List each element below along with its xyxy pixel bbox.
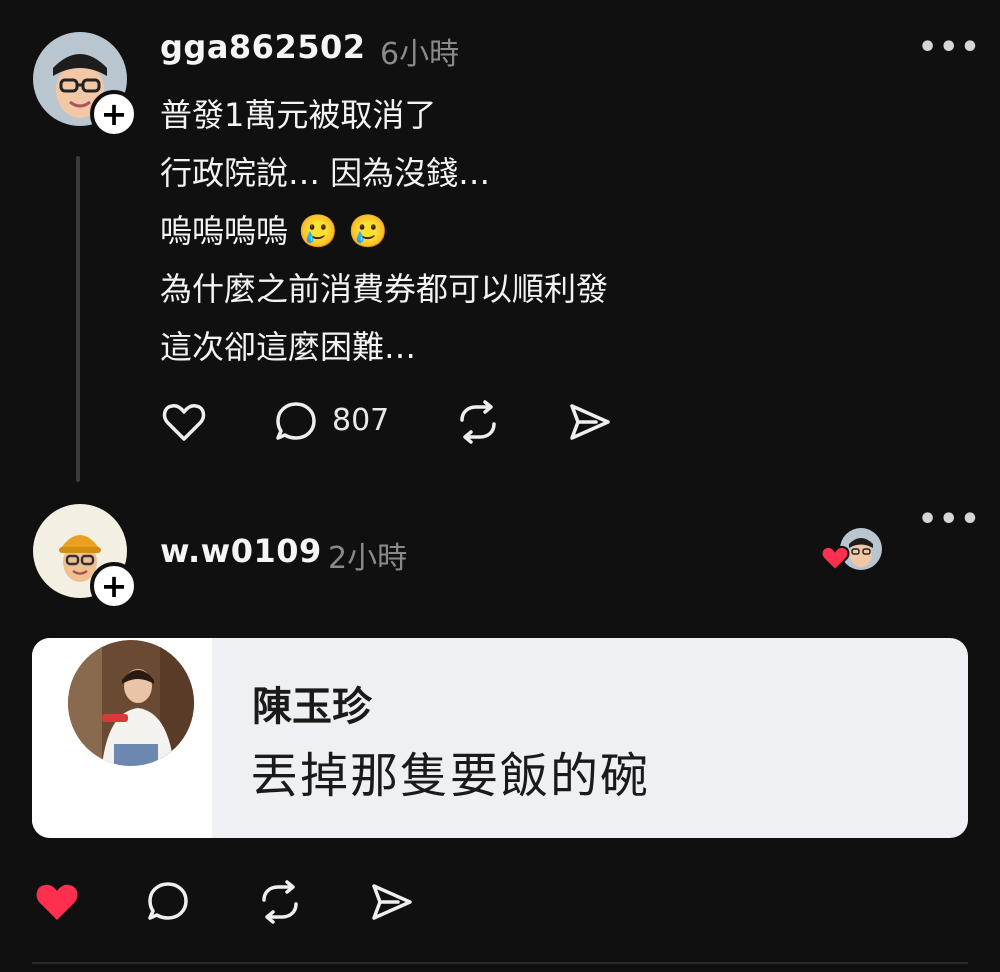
post-text-segment: 嗚嗚嗚嗚 (160, 212, 289, 250)
send-icon[interactable] (566, 398, 614, 446)
post-text-line: 行政院說… 因為沒錢… (160, 154, 491, 192)
post-text-line: 普發1萬元被取消了 (160, 96, 437, 134)
quote-image-card[interactable]: 陳玉珍 丟掉那隻要飯的碗 (32, 638, 968, 838)
repost-icon[interactable] (454, 398, 502, 446)
post-divider (32, 962, 968, 964)
liked-heart-icon (820, 545, 850, 572)
thread-connector-line (76, 156, 80, 482)
quote-author-avatar (68, 640, 194, 766)
repost-icon[interactable] (256, 878, 304, 926)
follow-plus-icon[interactable]: + (90, 562, 138, 610)
post-username[interactable]: gga862502 (160, 28, 366, 66)
quote-text: 丟掉那隻要飯的碗 (250, 748, 651, 804)
post-timestamp: 2小時 (328, 541, 408, 576)
post-text-line: 為什麼之前消費券都可以順利發 (160, 270, 609, 308)
more-options-icon[interactable]: ••• (918, 502, 982, 537)
follow-plus-icon[interactable]: + (90, 90, 138, 138)
reply-count: 807 (332, 403, 390, 438)
post-text-line: 這次卻這麼困難… (160, 328, 417, 366)
send-icon[interactable] (368, 878, 416, 926)
post-username[interactable]: w.w0109 (160, 532, 322, 570)
heart-filled-icon[interactable] (32, 878, 82, 926)
heart-icon[interactable] (160, 398, 208, 446)
sad-face-emoji: 🥲 (298, 212, 339, 250)
more-options-icon[interactable]: ••• (918, 30, 982, 65)
quote-author-name: 陳玉珍 (252, 684, 372, 730)
comment-icon[interactable] (144, 878, 192, 926)
post-text-line: 嗚嗚嗚嗚 🥲 🥲 (160, 206, 388, 252)
comment-icon[interactable] (272, 398, 320, 446)
sad-face-emoji: 🥲 (348, 212, 389, 250)
post-timestamp: 6小時 (380, 37, 460, 72)
